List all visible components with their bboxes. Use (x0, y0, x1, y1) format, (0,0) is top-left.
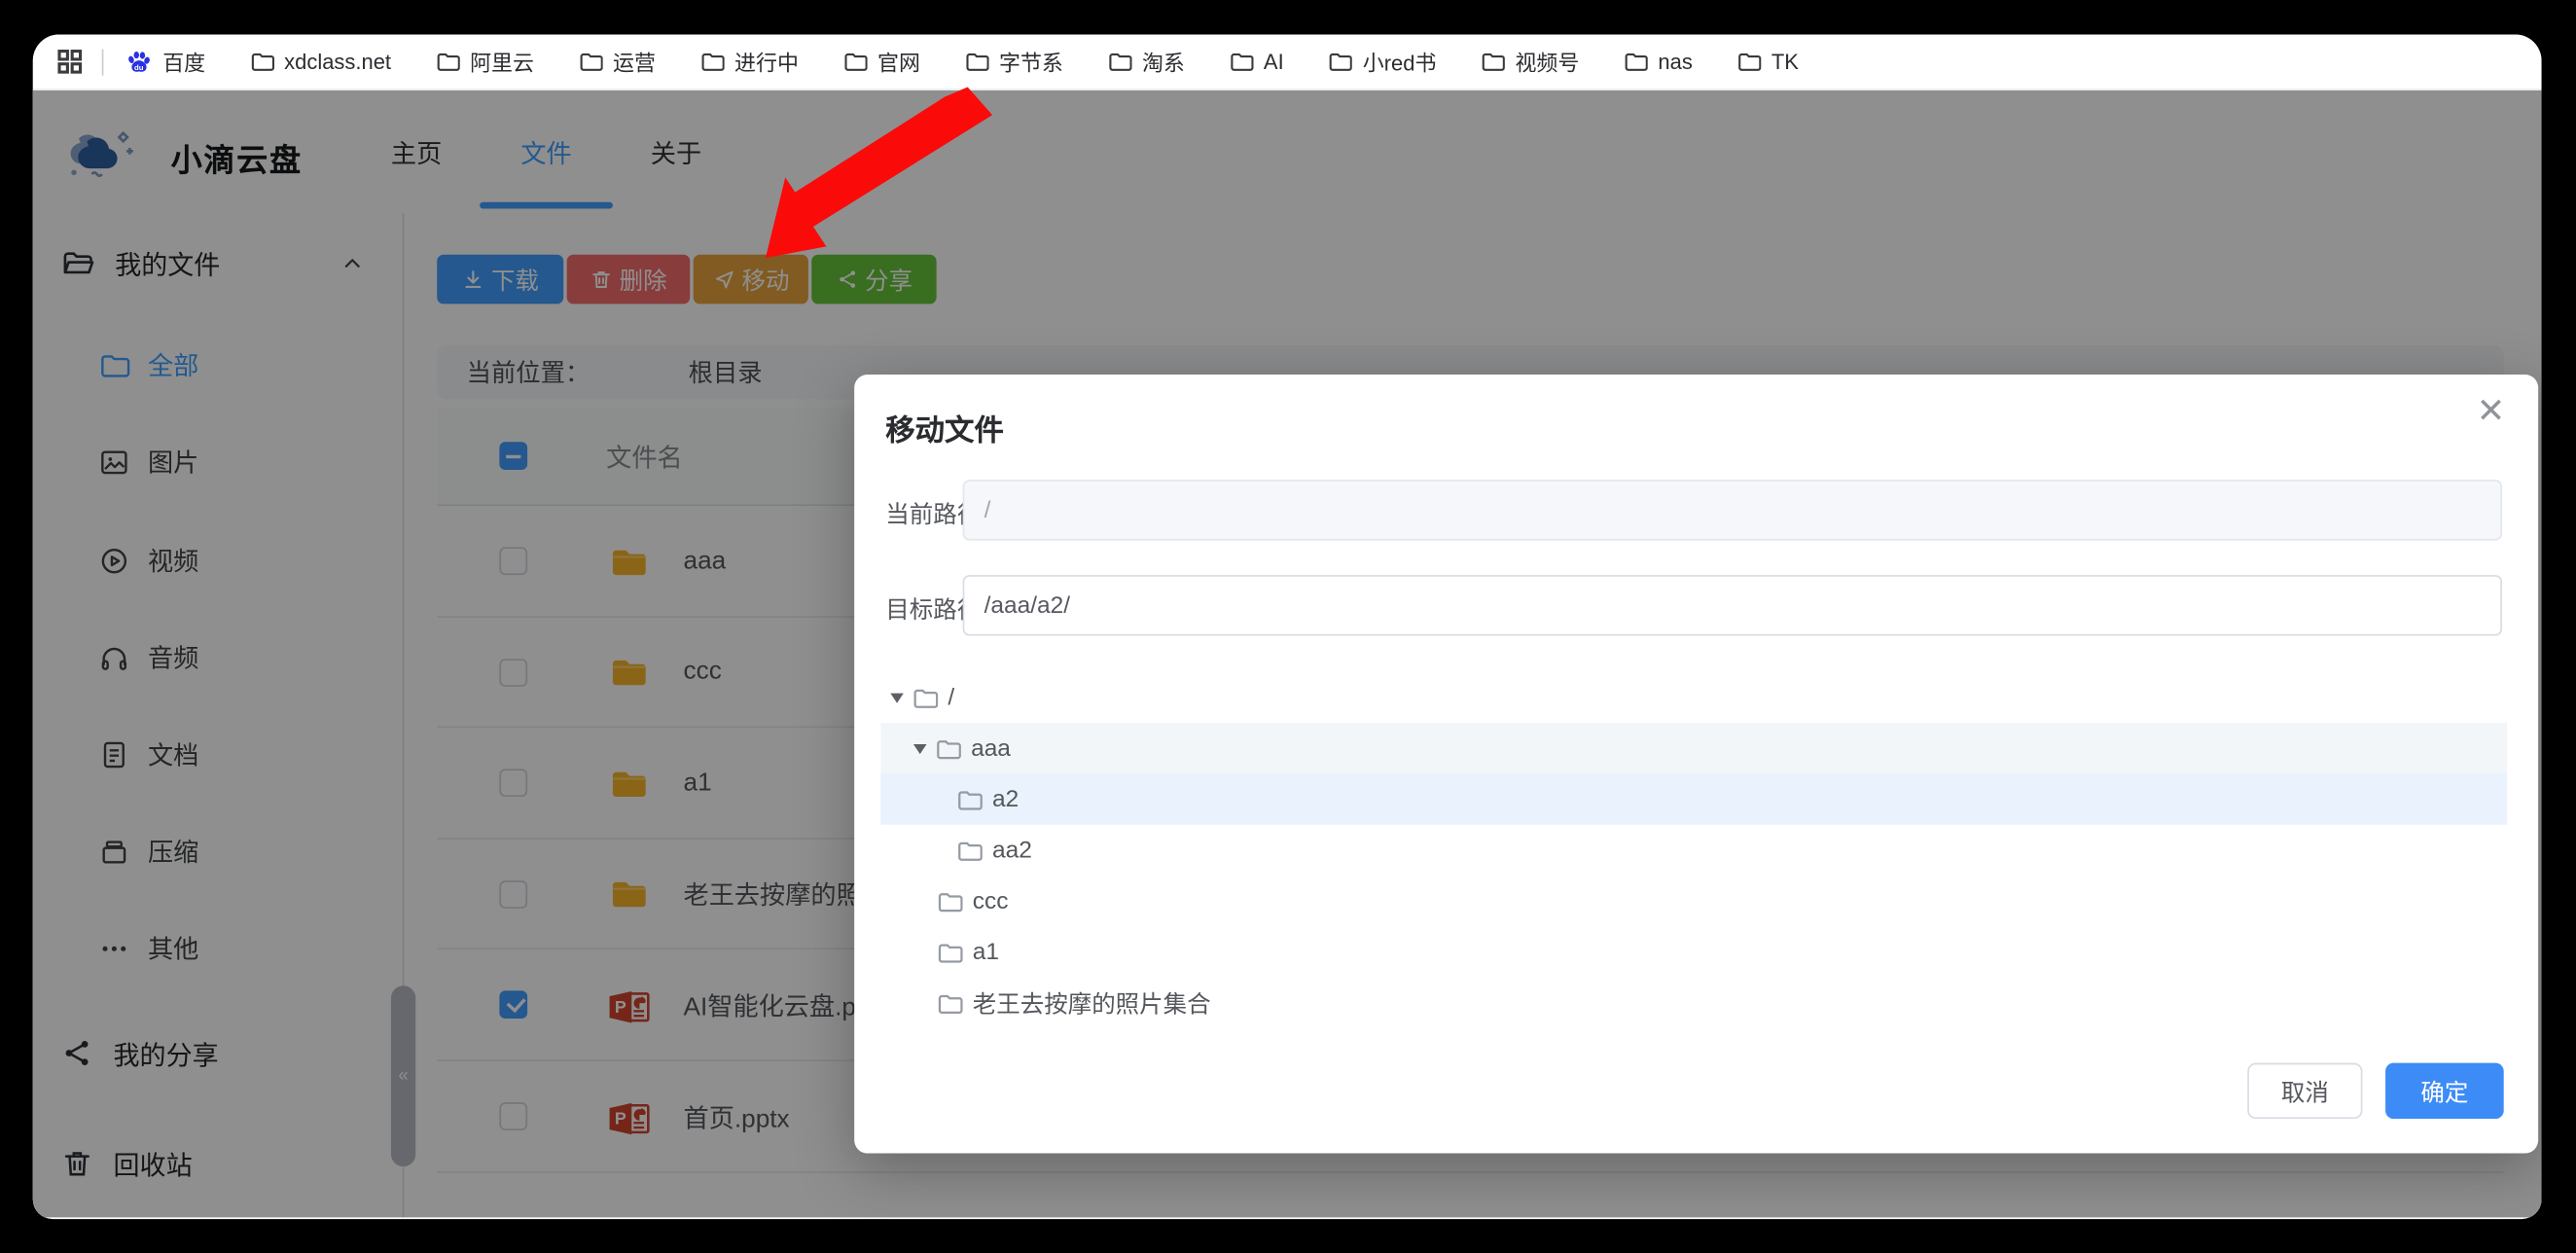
bookmark-label: TK (1771, 49, 1799, 74)
bookmark-tk[interactable]: TK (1736, 50, 1799, 74)
caret-down-icon[interactable] (890, 692, 904, 702)
bookmark-zijiexi[interactable]: 字节系 (965, 46, 1063, 77)
bookmark-label: 视频号 (1515, 51, 1580, 76)
screenshot-stage: du 百度 xdclass.net 阿里云 运营 进行中 官网 字节系 淘系 A… (0, 0, 2576, 1253)
tree-node-root[interactable]: / (880, 672, 2507, 723)
folder-icon (580, 53, 603, 71)
folder-icon (437, 53, 460, 71)
folder-icon (938, 943, 963, 962)
bookmark-jinxingzhong[interactable]: 进行中 (700, 46, 799, 77)
folder-icon (701, 53, 725, 71)
confirm-button[interactable]: 确定 (2385, 1062, 2504, 1120)
caret-down-icon[interactable] (912, 743, 927, 754)
folder-tree: / aaa a2 aa2 ccc a1 老王去按摩的照片集合 (880, 672, 2508, 1028)
bookmark-label: 淘系 (1141, 51, 1185, 76)
bookmark-label: 阿里云 (470, 51, 534, 76)
folder-icon (937, 739, 961, 759)
bookmark-taoxi[interactable]: 淘系 (1107, 46, 1185, 77)
bookmarks-bar: du 百度 xdclass.net 阿里云 运营 进行中 官网 字节系 淘系 A… (32, 34, 2542, 90)
bookmarks-divider (101, 48, 104, 75)
bookmark-nas[interactable]: nas (1624, 50, 1693, 74)
move-file-dialog: 移动文件 ✕ 当前路径 / 目标路径 /aaa/a2/ / aaa a2 aa2… (854, 375, 2539, 1154)
cancel-button[interactable]: 取消 (2247, 1062, 2363, 1120)
bookmark-label: 百度 (162, 51, 206, 76)
bookmark-shipinhao[interactable]: 视频号 (1481, 46, 1579, 77)
folder-icon (913, 688, 939, 708)
bookmark-label: 字节系 (998, 51, 1063, 76)
bookmark-items: du 百度 xdclass.net 阿里云 运营 进行中 官网 字节系 淘系 A… (125, 46, 1799, 77)
folder-icon (251, 53, 275, 71)
apps-grid-icon[interactable] (55, 48, 84, 76)
bookmark-label: 进行中 (734, 51, 799, 76)
folder-icon (958, 790, 983, 809)
bookmark-xdclass[interactable]: xdclass.net (250, 50, 391, 74)
bookmark-yunying[interactable]: 运营 (579, 46, 656, 77)
bookmark-label: nas (1658, 49, 1693, 74)
folder-icon (1738, 53, 1762, 71)
folder-icon (958, 841, 983, 861)
bookmark-xiaoredshu[interactable]: 小red书 (1328, 46, 1436, 77)
bookmark-label: 官网 (877, 51, 920, 76)
bookmark-label: AI (1263, 49, 1284, 74)
folder-icon (938, 993, 963, 1014)
baidu-paw-icon: du (128, 51, 150, 72)
folder-icon (1330, 53, 1353, 71)
bookmark-label: 运营 (613, 51, 656, 76)
folder-icon (966, 53, 989, 71)
close-icon[interactable]: ✕ (2477, 394, 2506, 428)
bookmark-aliyun[interactable]: 阿里云 (436, 46, 534, 77)
folder-icon (844, 53, 868, 71)
tree-node-a2[interactable]: a2 (880, 773, 2508, 825)
bookmark-label: 小red书 (1362, 51, 1437, 76)
tree-node-ccc[interactable]: ccc (880, 876, 2507, 926)
tree-node-aaa[interactable]: aaa (880, 723, 2508, 774)
tree-node-a1[interactable]: a1 (880, 926, 2507, 977)
dialog-title: 移动文件 (885, 413, 1004, 448)
folder-icon (1626, 53, 1649, 71)
bookmark-guanwang[interactable]: 官网 (843, 46, 920, 77)
target-path-input[interactable]: /aaa/a2/ (962, 575, 2503, 636)
current-path-input: / (962, 480, 2503, 541)
folder-icon (938, 892, 963, 912)
bookmark-label: xdclass.net (284, 49, 392, 74)
bookmark-baidu[interactable]: du 百度 (125, 46, 205, 77)
bookmark-ai[interactable]: AI (1229, 49, 1284, 74)
folder-icon (1483, 53, 1506, 71)
tree-node-aa2[interactable]: aa2 (880, 825, 2507, 876)
folder-icon (1231, 53, 1254, 71)
folder-icon (1109, 53, 1132, 71)
svg-text:du: du (134, 63, 144, 72)
tree-node-laowang[interactable]: 老王去按摩的照片集合 (880, 978, 2507, 1028)
